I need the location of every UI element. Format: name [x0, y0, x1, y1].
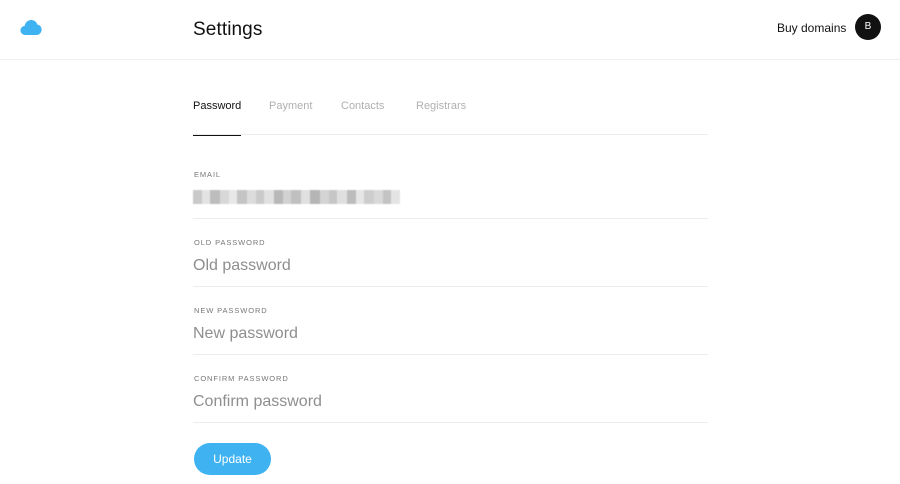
old-password-label: OLD PASSWORD	[194, 238, 266, 247]
redacted-email-value	[193, 190, 410, 204]
tab-registrars[interactable]: Registrars	[416, 100, 466, 135]
old-password-input[interactable]	[193, 253, 708, 279]
tab-contacts[interactable]: Contacts	[341, 100, 384, 135]
new-password-field: NEW PASSWORD	[193, 306, 708, 355]
old-password-field: OLD PASSWORD	[193, 238, 708, 287]
top-bar: Settings Buy domains B	[0, 0, 900, 60]
new-password-input[interactable]	[193, 321, 708, 347]
settings-tabs: Password Payment Contacts Registrars	[193, 100, 708, 136]
confirm-password-field: CONFIRM PASSWORD	[193, 374, 708, 423]
confirm-password-input[interactable]	[193, 389, 708, 415]
confirm-password-label: CONFIRM PASSWORD	[194, 374, 289, 383]
buy-domains-link[interactable]: Buy domains	[777, 21, 846, 35]
avatar[interactable]: B	[855, 14, 881, 40]
tab-payment[interactable]: Payment	[269, 100, 312, 135]
cloud-icon[interactable]	[20, 18, 42, 36]
email-label: EMAIL	[194, 170, 222, 179]
new-password-label: NEW PASSWORD	[194, 306, 268, 315]
email-field: EMAIL	[193, 170, 708, 219]
page-title: Settings	[193, 19, 263, 40]
tab-password[interactable]: Password	[193, 100, 242, 136]
update-button[interactable]: Update	[194, 443, 271, 475]
